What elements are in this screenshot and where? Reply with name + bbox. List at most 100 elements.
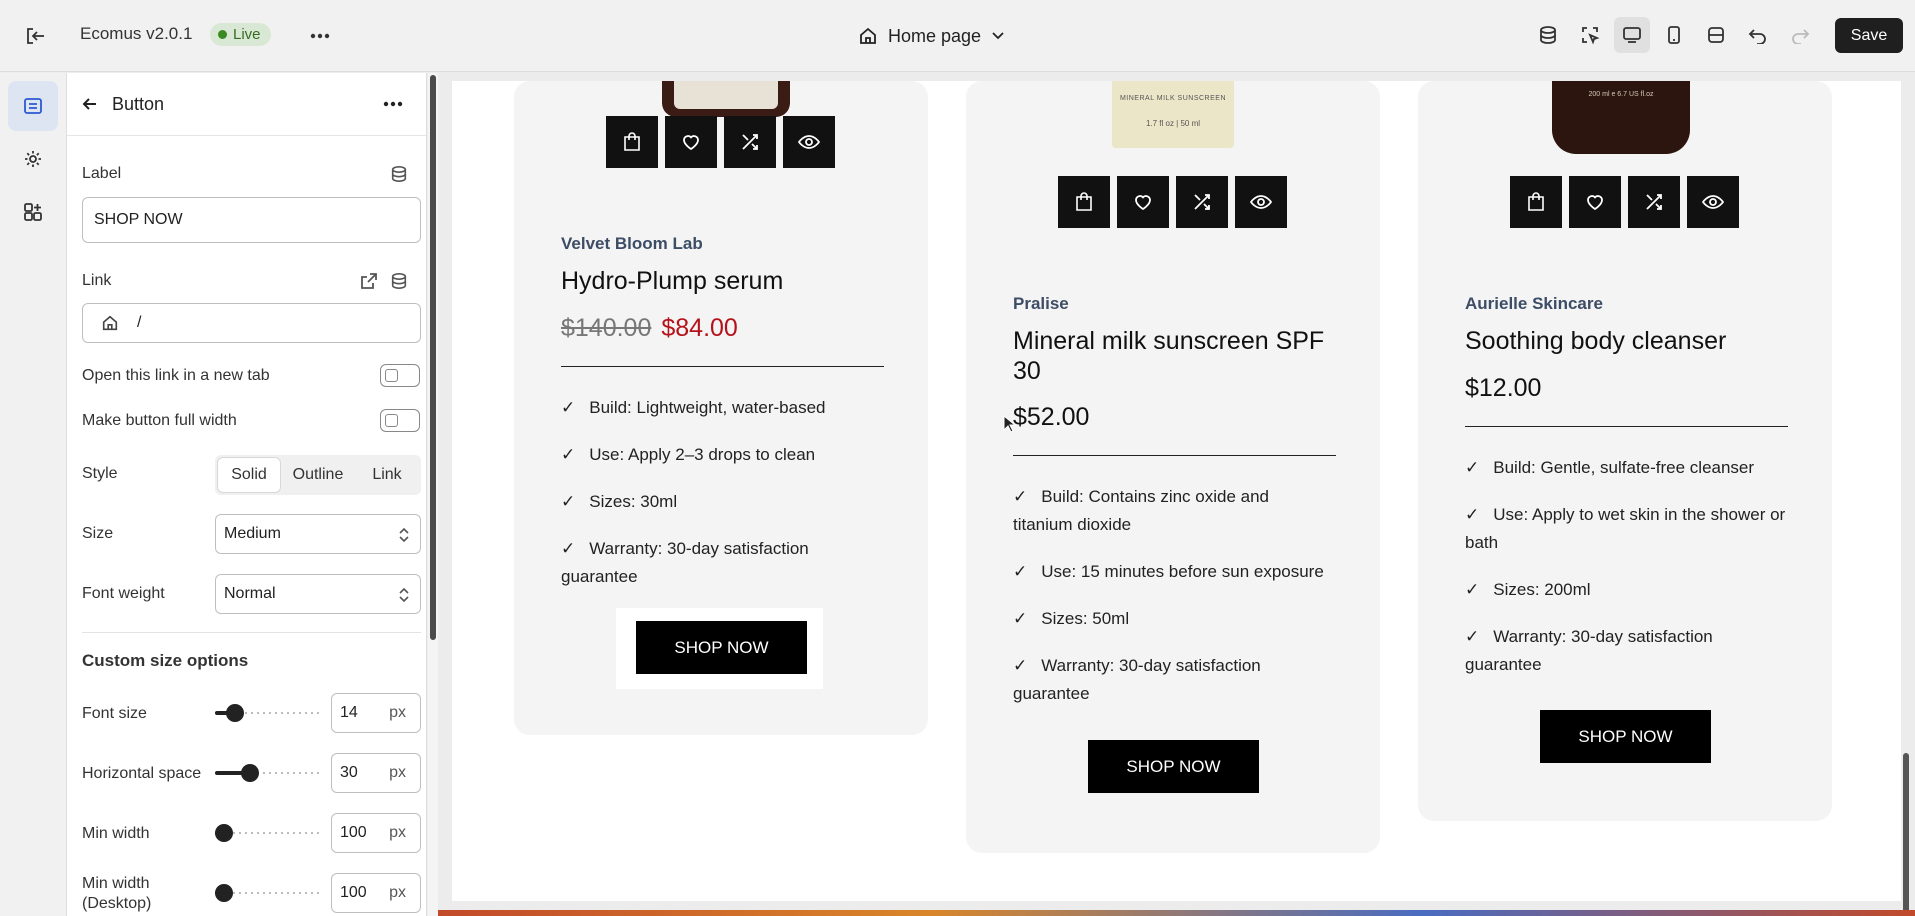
unit-label: px [389,824,406,841]
style-option-outline[interactable]: Outline [282,458,354,492]
add-to-cart-icon[interactable] [1058,176,1110,228]
compare-shuffle-icon[interactable] [724,116,776,168]
link-input[interactable]: / [82,303,421,343]
back-arrow-icon[interactable] [77,91,103,117]
panel-scrollbar[interactable] [428,73,438,916]
select-caret-icon [398,526,410,544]
min-width-input[interactable]: 100 px [331,813,421,853]
desktop-view-icon[interactable] [1614,17,1650,53]
shop-now-button[interactable]: SHOP NOW [1540,710,1711,763]
panel-more-icon[interactable] [379,91,407,117]
save-button[interactable]: Save [1835,18,1903,53]
compare-shuffle-icon[interactable] [1628,176,1680,228]
product-name[interactable]: Hydro-Plump serum [561,266,901,296]
feature-item: ✓ Warranty: 30-day satisfaction guarantee [1013,656,1261,703]
font-weight-select[interactable]: Normal [215,574,421,614]
feature-item: ✓ Use: Apply 2–3 drops to clean [561,445,816,464]
sections-icon[interactable] [8,81,58,131]
top-bar: Ecomus v2.0.1 Live Home page Save [0,0,1915,72]
canvas-scrollbar[interactable] [1897,73,1915,916]
add-to-cart-icon[interactable] [606,116,658,168]
style-segmented-control: Solid Outline Link [215,455,421,495]
dynamic-source-icon[interactable] [390,165,408,183]
product-price: $52.00 [1013,403,1089,432]
min-width-desktop-input[interactable]: 100 px [331,873,421,913]
left-rail [0,73,66,916]
more-options-icon[interactable] [306,24,334,48]
font-size-input[interactable]: 14 px [331,693,421,733]
min-width-value: 100 [340,824,367,841]
shop-now-button[interactable]: SHOP NOW [1088,740,1259,793]
size-select-value: Medium [224,525,281,542]
fullscreen-view-icon[interactable] [1698,17,1734,53]
style-option-link[interactable]: Link [356,458,418,492]
mobile-view-icon[interactable] [1656,17,1692,53]
section-divider [82,632,421,633]
preview-canvas: Velvet Bloom Lab Hydro-Plump serum $140.… [438,73,1915,916]
label-input[interactable]: SHOP NOW [82,197,421,243]
bottle-label: 200 ml e 6.7 US fl.oz [1588,91,1654,98]
mouse-cursor-icon [1003,415,1015,433]
bottle-label: MINERAL MILK SUNSCREEN [1119,95,1227,102]
compare-shuffle-icon[interactable] [1176,176,1228,228]
product-name[interactable]: Soothing body cleanser [1465,326,1805,356]
app-title: Ecomus v2.0.1 [80,24,193,43]
product-actions [1510,176,1739,228]
quick-view-eye-icon[interactable] [1687,176,1739,228]
page-selector[interactable]: Home page [858,22,1005,50]
live-badge: Live [210,23,271,46]
horizontal-space-input[interactable]: 30 px [331,753,421,793]
size-select[interactable]: Medium [215,514,421,554]
product-image-serum[interactable] [662,81,790,117]
new-tab-label: Open this link in a new tab [82,367,270,384]
sale-price: $84.00 [661,314,738,342]
quick-view-eye-icon[interactable] [783,116,835,168]
font-weight-select-value: Normal [224,585,276,602]
select-caret-icon [398,586,410,604]
product-image-sunscreen[interactable]: MINERAL MILK SUNSCREEN 1.7 fl oz | 50 ml [1112,81,1234,148]
database-icon[interactable] [1530,17,1566,53]
link-input-value: / [137,314,142,331]
redo-icon[interactable] [1782,17,1818,53]
undo-icon[interactable] [1740,17,1776,53]
feature-item: ✓ Build: Lightweight, water-based [561,398,826,417]
style-option-solid[interactable]: Solid [218,458,280,492]
min-width-slider[interactable] [215,823,321,843]
new-tab-toggle[interactable] [380,364,420,387]
style-label: Style [82,465,118,482]
product-vendor: Pralise [1013,294,1069,313]
exit-icon[interactable] [20,24,50,48]
add-to-cart-icon[interactable] [1510,176,1562,228]
open-external-icon[interactable] [360,272,378,290]
font-size-value: 14 [340,704,358,721]
feature-item: ✓ Build: Gentle, sulfate-free cleanser [1465,458,1755,477]
wishlist-heart-icon[interactable] [665,116,717,168]
shop-now-button[interactable]: SHOP NOW [636,621,807,674]
settings-gear-icon[interactable] [8,134,58,184]
bottle-size-label: 1.7 fl oz | 50 ml [1145,119,1201,128]
product-image-cleanser[interactable]: 200 ml e 6.7 US fl.oz [1552,81,1690,154]
full-width-toggle[interactable] [380,409,420,432]
price-divider [1013,455,1336,456]
label-field-label: Label [82,165,122,182]
live-label: Live [233,26,261,43]
unit-label: px [389,764,406,781]
product-name[interactable]: Mineral milk sunscreen SPF 30 [1013,326,1353,386]
quick-view-eye-icon[interactable] [1235,176,1287,228]
product-price: $12.00 [1465,374,1541,403]
wishlist-heart-icon[interactable] [1117,176,1169,228]
feature-item: ✓ Sizes: 200ml [1465,580,1591,599]
font-size-label: Font size [82,705,147,722]
min-width-desktop-slider[interactable] [215,883,321,903]
feature-item: ✓ Warranty: 30-day satisfaction guarantee [561,539,809,586]
compare-price: $140.00 [561,314,652,342]
link-dynamic-source-icon[interactable] [390,272,408,290]
panel-title: Button [112,94,165,114]
wishlist-heart-icon[interactable] [1569,176,1621,228]
apps-icon[interactable] [8,187,58,237]
horizontal-space-slider[interactable] [215,763,321,783]
label-input-value: SHOP NOW [94,211,183,228]
inspect-icon[interactable] [1572,17,1608,53]
unit-label: px [389,704,406,721]
font-size-slider[interactable] [215,703,321,723]
